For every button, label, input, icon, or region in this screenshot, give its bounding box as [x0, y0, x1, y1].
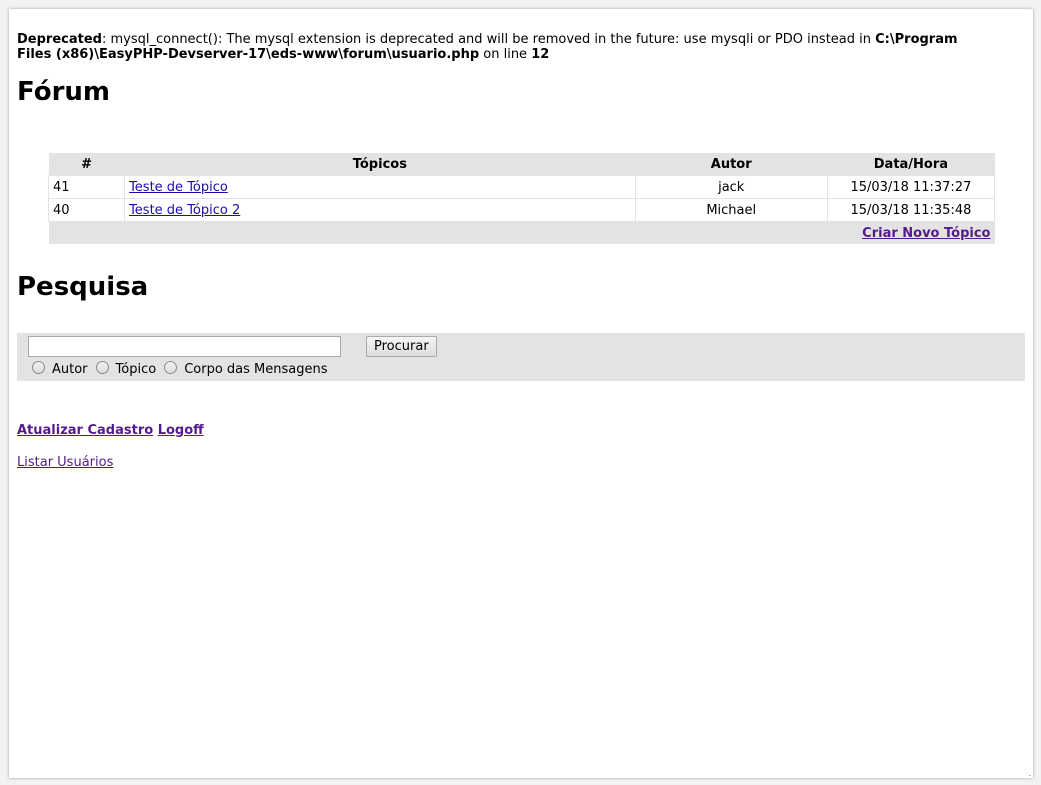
topic-link[interactable]: Teste de Tópico 2 [129, 203, 240, 218]
table-header-row: # Tópicos Autor Data/Hora [48, 153, 995, 176]
table-footer-row: Criar Novo Tópico [48, 221, 995, 244]
topic-author: jack [634, 175, 828, 199]
topic-datetime: 15/03/18 11:35:48 [826, 198, 996, 222]
column-header-topics: Tópicos [124, 153, 636, 176]
radio-topic-label: Tópico [115, 362, 157, 377]
topic-author: Michael [634, 198, 828, 222]
radio-author[interactable] [32, 361, 45, 374]
search-panel: Procurar Autor Tópico Corpo das Mensagen… [17, 333, 1025, 381]
column-header-author: Autor [635, 153, 828, 176]
table-row: 40 Teste de Tópico 2 Michael 15/03/18 11… [47, 198, 996, 222]
deprecated-line-number: 12 [531, 47, 550, 62]
resize-grip-icon: . [1028, 769, 1031, 778]
table-row: 41 Teste de Tópico jack 15/03/18 11:37:2… [47, 175, 996, 199]
column-header-id: # [48, 153, 125, 176]
table-footer-cell: Criar Novo Tópico [48, 221, 995, 244]
topic-datetime: 15/03/18 11:37:27 [826, 175, 996, 199]
search-input[interactable] [28, 336, 341, 357]
update-profile-link[interactable]: Atualizar Cadastro [17, 423, 153, 438]
deprecated-on-line: on line [479, 47, 532, 62]
topic-id: 40 [47, 198, 126, 222]
list-users-link[interactable]: Listar Usuários [17, 455, 113, 470]
topic-link[interactable]: Teste de Tópico [129, 180, 228, 195]
topic-id: 41 [47, 175, 126, 199]
deprecation-warning: Deprecated: mysql_connect(): The mysql e… [17, 32, 977, 62]
radio-author-label: Autor [52, 362, 88, 377]
radio-message-body-label: Corpo das Mensagens [184, 362, 328, 377]
column-header-datetime: Data/Hora [827, 153, 995, 176]
account-links: Atualizar Cadastro Logoff [17, 423, 204, 438]
logoff-link[interactable]: Logoff [158, 423, 204, 438]
topic-cell: Teste de Tópico 2 [124, 198, 636, 222]
topic-cell: Teste de Tópico [124, 175, 636, 199]
radio-message-body[interactable] [164, 361, 178, 374]
search-options: Autor Tópico Corpo das Mensagens [32, 361, 332, 377]
search-title: Pesquisa [17, 272, 149, 302]
users-links: Listar Usuários [17, 455, 113, 470]
topics-table: # Tópicos Autor Data/Hora 41 Teste de Tó… [47, 153, 996, 244]
deprecated-label: Deprecated [17, 32, 102, 47]
radio-topic[interactable] [95, 361, 109, 374]
new-topic-link[interactable]: Criar Novo Tópico [862, 226, 990, 241]
forum-title: Fórum [17, 77, 110, 107]
deprecated-message: : mysql_connect(): The mysql extension i… [101, 32, 876, 47]
browser-page: Deprecated: mysql_connect(): The mysql e… [9, 9, 1033, 778]
search-button[interactable]: Procurar [366, 336, 437, 357]
